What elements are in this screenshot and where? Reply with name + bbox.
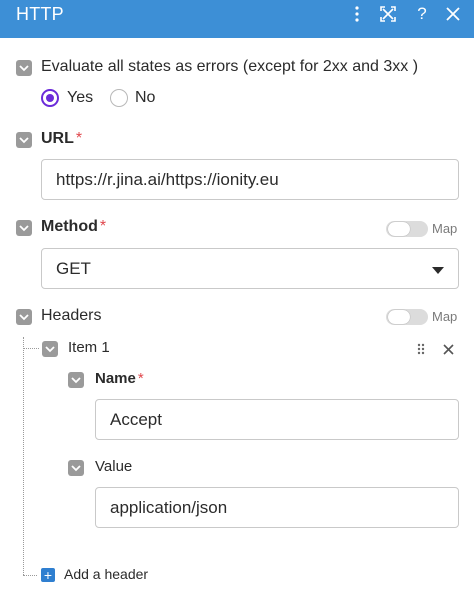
radio-yes[interactable] [41,89,59,107]
radio-no[interactable] [110,89,128,107]
method-map-toggle[interactable] [386,221,428,237]
remove-item-icon[interactable] [440,341,456,357]
method-select[interactable]: GET [41,248,459,289]
chevron-down-icon [432,267,444,274]
item-label: Item 1 [68,339,110,356]
toggle-knob [388,222,410,236]
close-icon[interactable] [442,3,464,25]
method-label: Method * [41,218,107,235]
headers-map-toggle[interactable] [386,309,428,325]
add-header-button[interactable]: Add a header [64,566,148,582]
url-label: URL * [41,130,83,147]
module-header: HTTP ? [0,0,474,38]
more-vert-icon[interactable] [346,3,368,25]
url-collapse-checkbox[interactable] [16,132,32,148]
header-name-input[interactable]: Accept [95,399,459,440]
fullscreen-icon[interactable] [377,3,399,25]
method-map-label: Map [432,221,458,236]
evaluate-collapse-checkbox[interactable] [16,60,32,76]
required-marker: * [137,370,144,387]
drag-handle-icon[interactable] [413,341,429,357]
tree-line [23,337,24,575]
name-label: Name * [95,370,144,387]
radio-yes-label[interactable]: Yes [67,89,93,107]
headers-collapse-checkbox[interactable] [16,309,32,325]
item-collapse-checkbox[interactable] [42,341,58,357]
tree-line [23,575,37,576]
value-label: Value [95,458,133,475]
header-value-input[interactable]: application/json [95,487,459,528]
module-title: HTTP [16,4,64,24]
name-collapse-checkbox[interactable] [68,372,84,388]
method-select-value: GET [56,258,91,278]
add-icon[interactable]: + [41,568,55,582]
required-marker: * [99,218,107,235]
method-collapse-checkbox[interactable] [16,220,32,236]
toggle-knob [388,310,410,324]
url-input[interactable]: https://r.jina.ai/https://ionity.eu [41,159,459,200]
help-icon[interactable]: ? [411,3,433,25]
headers-map-label: Map [432,309,458,324]
headers-label: Headers [41,307,102,324]
value-collapse-checkbox[interactable] [68,460,84,476]
tree-line [23,348,39,349]
radio-no-label[interactable]: No [135,89,155,107]
evaluate-errors-label: Evaluate all states as errors (except fo… [41,58,419,75]
required-marker: * [75,130,83,147]
